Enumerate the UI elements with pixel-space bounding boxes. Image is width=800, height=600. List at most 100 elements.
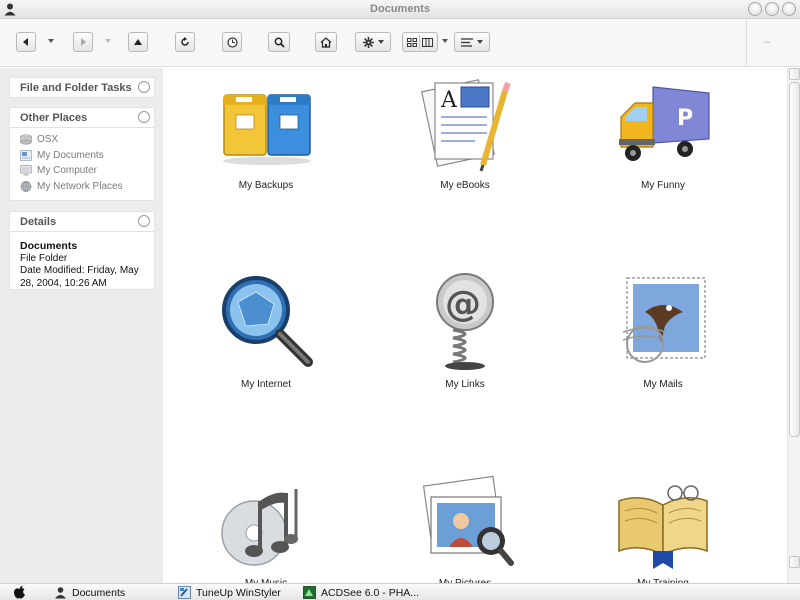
- scroll-down-button[interactable]: [789, 556, 800, 568]
- taskbar-item-tuneup-winstyler[interactable]: TuneUp WinStyler: [178, 585, 281, 600]
- history-button[interactable]: [222, 32, 242, 52]
- view-mode-dropdown[interactable]: [442, 39, 448, 43]
- back-arrow-icon: [23, 38, 28, 46]
- back-history-dropdown[interactable]: [48, 39, 54, 43]
- column-view-icon[interactable]: [422, 37, 433, 47]
- window-title: Documents: [370, 3, 430, 15]
- place-link-my-documents[interactable]: My Documents: [10, 148, 154, 164]
- forward-arrow-icon: [81, 38, 86, 46]
- folder-label: My eBooks: [440, 180, 490, 191]
- taskbar-item-label: ACDSee 6.0 - PHA...: [321, 586, 420, 599]
- scroll-up-button[interactable]: [789, 68, 800, 80]
- place-label: My Documents: [37, 149, 104, 161]
- search-icon: [274, 37, 285, 48]
- maximize-button[interactable]: [765, 2, 779, 16]
- user-icon: [55, 587, 66, 599]
- toolbar-divider: [746, 19, 747, 67]
- photos-icon: [422, 475, 514, 566]
- textedit-icon: A: [421, 79, 511, 172]
- acdsee-icon: [303, 586, 316, 599]
- toolbar-indicator: ~: [764, 37, 771, 49]
- close-button[interactable]: [782, 2, 796, 16]
- folder-item-my-backups[interactable]: My Backups: [166, 73, 346, 191]
- music-notes-icon: [221, 489, 298, 566]
- expand-collapse-button[interactable]: [138, 81, 150, 93]
- gear-icon: [362, 36, 374, 48]
- icon-view-icon[interactable]: [407, 37, 417, 47]
- folder-item-my-mails[interactable]: My Mails: [563, 272, 743, 390]
- place-link-my-network-places[interactable]: My Network Places: [10, 179, 154, 195]
- folder-view: My Backups A My eBooks P My Funny My Int…: [163, 68, 787, 589]
- title-bar: Documents: [0, 0, 800, 19]
- taskbar-item-label: Documents: [72, 586, 126, 599]
- at-spring-icon: @: [436, 273, 494, 370]
- home-button[interactable]: [315, 32, 337, 52]
- place-label: My Network Places: [37, 180, 123, 192]
- winstyler-icon: [178, 586, 191, 599]
- folder-label: My Internet: [240, 379, 292, 390]
- action-menu-button[interactable]: [355, 32, 391, 52]
- place-label: My Computer: [37, 165, 98, 177]
- documents-folder-icon: [20, 149, 32, 161]
- list-icon: [461, 37, 473, 47]
- details-header[interactable]: Details: [10, 212, 154, 232]
- arrange-button[interactable]: [454, 32, 490, 52]
- place-link-osx[interactable]: OSX: [10, 132, 154, 148]
- magnifier-globe-icon: [222, 276, 313, 367]
- folder-item-my-funny[interactable]: P My Funny: [563, 73, 743, 191]
- mailboxes-icon: [223, 94, 311, 165]
- computer-icon: [20, 165, 32, 176]
- svg-text:P: P: [677, 106, 693, 131]
- stamp-eagle-icon: [622, 277, 706, 363]
- vertical-scrollbar[interactable]: [787, 68, 800, 583]
- minimize-button[interactable]: [748, 2, 762, 16]
- folder-item-my-music[interactable]: My Music: [166, 471, 346, 589]
- view-mode-segmented[interactable]: [402, 32, 438, 52]
- expand-collapse-button[interactable]: [138, 215, 150, 227]
- refresh-button[interactable]: [175, 32, 195, 52]
- folder-label: My Funny: [641, 180, 685, 191]
- clock-icon: [226, 36, 238, 48]
- folder-label: My Backups: [238, 180, 294, 191]
- expand-collapse-button[interactable]: [138, 111, 150, 123]
- svg-text:@: @: [445, 284, 481, 325]
- home-icon: [320, 36, 332, 48]
- up-arrow-icon: [134, 39, 142, 45]
- toolbar: ~: [0, 19, 800, 67]
- folder-item-my-training[interactable]: My Training: [563, 471, 743, 589]
- svg-text:A: A: [440, 88, 458, 113]
- file-folder-tasks-panel: File and Folder Tasks: [9, 77, 155, 98]
- apple-menu-icon[interactable]: [13, 585, 26, 599]
- taskbar: Documents TuneUp WinStyler ACDSee 6.0 - …: [0, 583, 800, 600]
- place-link-my-computer[interactable]: My Computer: [10, 163, 154, 179]
- delivery-truck-icon: P: [619, 86, 710, 161]
- folder-label: My Links: [445, 379, 485, 390]
- back-button[interactable]: [16, 32, 36, 52]
- folder-item-my-internet[interactable]: My Internet: [166, 272, 346, 390]
- task-pane: File and Folder Tasks Other Places OSX M…: [0, 68, 163, 583]
- detail-name: Documents: [20, 240, 78, 252]
- taskbar-item-documents[interactable]: Documents: [54, 585, 125, 600]
- forward-history-dropdown[interactable]: [105, 39, 111, 43]
- details-panel: Details Documents File Folder Date Modif…: [9, 211, 155, 290]
- folder-item-my-pictures[interactable]: My Pictures: [365, 471, 545, 589]
- up-folder-button[interactable]: [128, 32, 148, 52]
- panel-title: File and Folder Tasks: [20, 82, 132, 94]
- open-book-icon: [618, 485, 708, 569]
- other-places-panel: Other Places OSX My Documents My Compute…: [9, 107, 155, 201]
- other-places-header[interactable]: Other Places: [10, 108, 154, 128]
- taskbar-item-acdsee[interactable]: ACDSee 6.0 - PHA...: [303, 585, 419, 600]
- taskbar-item-label: TuneUp WinStyler: [196, 586, 281, 599]
- refresh-icon: [181, 37, 189, 46]
- folder-item-my-ebooks[interactable]: A My eBooks: [365, 73, 545, 191]
- drive-icon: [20, 134, 32, 145]
- folder-item-my-links[interactable]: @ My Links: [365, 272, 545, 390]
- scroll-thumb[interactable]: [789, 82, 800, 437]
- forward-button[interactable]: [73, 32, 93, 52]
- chevron-down-icon: [377, 40, 384, 44]
- detail-date-modified: Date Modified: Friday, May 28, 2004, 10:…: [20, 265, 139, 289]
- folder-label: My Mails: [643, 379, 683, 390]
- search-button[interactable]: [268, 32, 290, 52]
- panel-title: Details: [20, 216, 57, 228]
- file-folder-tasks-header[interactable]: File and Folder Tasks: [10, 78, 154, 98]
